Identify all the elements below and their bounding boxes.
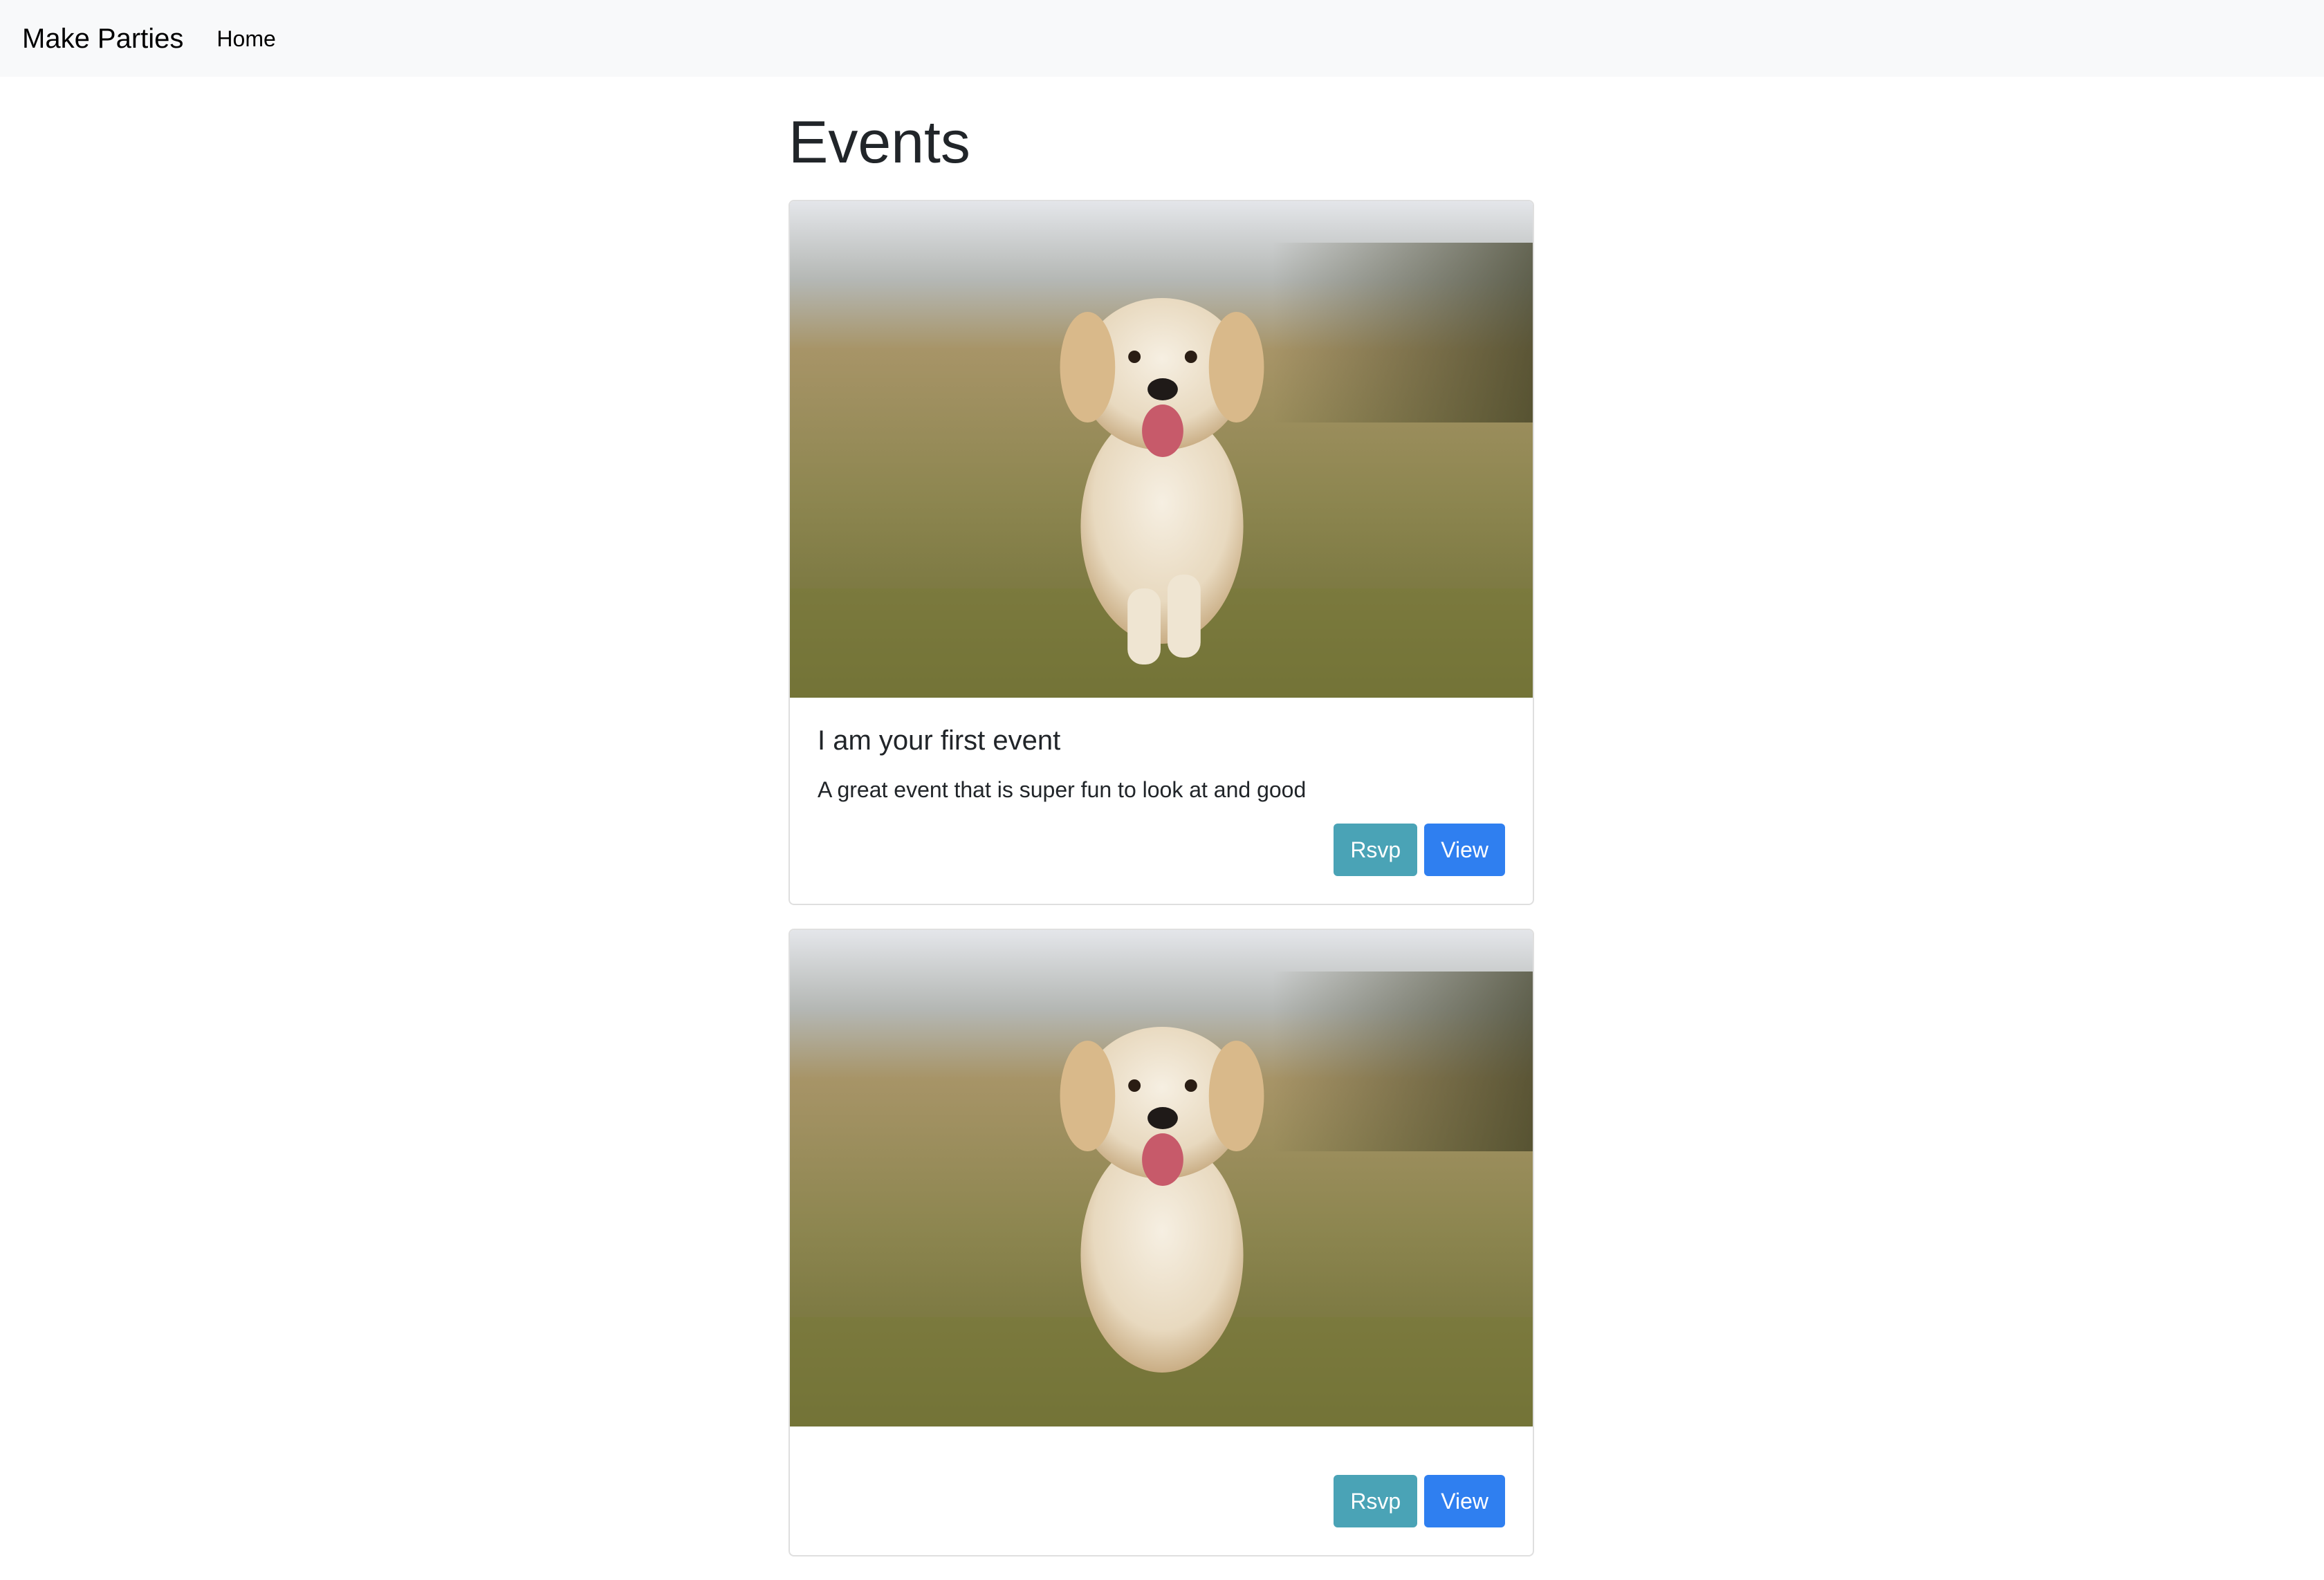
event-image-puppy: [790, 201, 1533, 698]
event-description: A great event that is super fun to look …: [818, 777, 1307, 802]
view-button[interactable]: View: [1424, 824, 1505, 877]
navbar-brand[interactable]: Make Parties: [22, 25, 183, 53]
rsvp-button[interactable]: Rsvp: [1334, 1475, 1418, 1528]
navbar: Make Parties Home: [0, 0, 2324, 77]
event-card-body: Rsvp View: [790, 1426, 1533, 1555]
main-container: Events I am your first event A great eve…: [788, 77, 1536, 1580]
event-card-body: I am your first event A great event that…: [790, 698, 1533, 904]
nav-link-home[interactable]: Home: [216, 28, 275, 50]
page-title: Events: [788, 109, 970, 176]
rsvp-button[interactable]: Rsvp: [1334, 824, 1418, 877]
event-actions: Rsvp View: [818, 824, 1505, 877]
event-title: I am your first event: [818, 725, 1061, 756]
event-image-puppy: [790, 930, 1533, 1427]
event-actions: Rsvp View: [818, 1475, 1505, 1528]
view-button[interactable]: View: [1424, 1475, 1505, 1528]
event-card: Rsvp View: [788, 929, 1534, 1557]
event-card: I am your first event A great event that…: [788, 200, 1534, 906]
